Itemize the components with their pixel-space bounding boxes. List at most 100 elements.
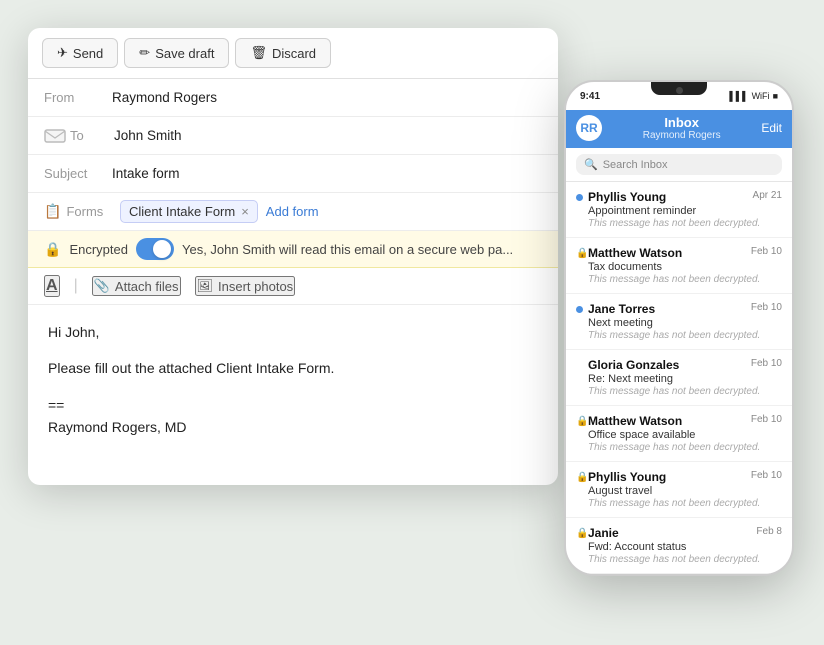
paperclip-icon: 📎: [94, 278, 110, 294]
lock-icon: 🔒: [44, 241, 61, 258]
font-button[interactable]: A: [44, 275, 60, 297]
discard-label: Discard: [272, 46, 316, 61]
email-list-item[interactable]: Phyllis Young Apr 21 Appointment reminde…: [566, 182, 792, 238]
search-input[interactable]: 🔍 Search Inbox: [576, 154, 782, 175]
phone-status-bar: 9:41 ▌▌▌ WiFi ■: [566, 82, 792, 110]
to-label: To: [70, 128, 114, 143]
email-subject: Fwd: Account status: [576, 541, 782, 553]
email-preview: This message has not been decrypted.: [576, 218, 782, 229]
email-sender: 🔒 Phyllis Young: [576, 470, 666, 484]
email-sender: 🔒 Matthew Watson: [576, 414, 682, 428]
phone-avatar[interactable]: RR: [576, 115, 602, 141]
email-date: Feb 10: [751, 246, 782, 257]
from-row: From Raymond Rogers: [28, 79, 558, 117]
format-bar: A | 📎 Attach files 🖼 Insert photos: [28, 268, 558, 305]
email-sender: Phyllis Young: [576, 190, 666, 204]
subject-label: Subject: [44, 166, 112, 181]
email-date: Apr 21: [753, 190, 782, 201]
from-value: Raymond Rogers: [112, 90, 217, 105]
search-icon: 🔍: [584, 158, 598, 171]
signal-icon: ▌▌▌: [729, 91, 748, 101]
form-tag-close[interactable]: ×: [241, 205, 249, 218]
inbox-title: Inbox: [602, 115, 761, 130]
email-list-item[interactable]: 🔒 Phyllis Young Feb 10 August travel Thi…: [566, 462, 792, 518]
insert-photos-label: Insert photos: [218, 279, 293, 294]
phone-frame: 9:41 ▌▌▌ WiFi ■ RR Inbox Raymond Rogers …: [564, 80, 794, 576]
email-sender: 🔒 Janie: [576, 526, 619, 540]
unread-dot: [576, 306, 583, 313]
photo-icon: 🖼: [197, 278, 214, 294]
email-list: Phyllis Young Apr 21 Appointment reminde…: [566, 182, 792, 574]
trash-icon: 🗑: [250, 45, 267, 61]
encrypted-toggle[interactable]: [136, 238, 174, 260]
email-preview: This message has not been decrypted.: [576, 554, 782, 565]
insert-photos-button[interactable]: 🖼 Insert photos: [195, 276, 296, 296]
forms-row: 📋 Forms Client Intake Form × Add form: [28, 193, 558, 231]
email-subject: Appointment reminder: [576, 205, 782, 217]
edit-icon: ✏: [139, 45, 150, 61]
encrypted-bar: 🔒 Encrypted Yes, John Smith will read th…: [28, 231, 558, 268]
attach-files-button[interactable]: 📎 Attach files: [92, 276, 181, 296]
email-list-item[interactable]: 🔒 Janie Feb 8 Fwd: Account status This m…: [566, 518, 792, 574]
font-icon: A: [46, 277, 58, 295]
email-list-item[interactable]: Jane Torres Feb 10 Next meeting This mes…: [566, 294, 792, 350]
email-sender: Gloria Gonzales: [576, 358, 679, 372]
phone-header-center: Inbox Raymond Rogers: [602, 115, 761, 141]
unread-dot: [576, 194, 583, 201]
compose-window: ✈ Send ✏ Save draft 🗑 Discard From Raymo…: [28, 28, 558, 485]
phone-container: 9:41 ▌▌▌ WiFi ■ RR Inbox Raymond Rogers …: [564, 80, 794, 576]
email-subject: Office space available: [576, 429, 782, 441]
email-list-item[interactable]: 🔒 Matthew Watson Feb 10 Tax documents Th…: [566, 238, 792, 294]
email-subject: Re: Next meeting: [576, 373, 782, 385]
phone-camera: [676, 87, 683, 94]
search-placeholder: Search Inbox: [603, 159, 668, 171]
email-list-item[interactable]: 🔒 Matthew Watson Feb 10 Office space ava…: [566, 406, 792, 462]
forms-label: 📋 Forms: [44, 203, 112, 220]
send-icon: ✈: [57, 45, 68, 61]
save-draft-button[interactable]: ✏ Save draft: [124, 38, 229, 68]
email-preview: This message has not been decrypted.: [576, 330, 782, 341]
discard-button[interactable]: 🗑 Discard: [235, 38, 331, 68]
to-row: To John Smith: [28, 117, 558, 155]
email-date: Feb 8: [756, 526, 782, 537]
email-subject: Next meeting: [576, 317, 782, 329]
email-sender: 🔒 Matthew Watson: [576, 246, 682, 260]
email-preview: This message has not been decrypted.: [576, 386, 782, 397]
email-date: Feb 10: [751, 358, 782, 369]
phone-status-right: ▌▌▌ WiFi ■: [729, 91, 778, 101]
body-line1: Hi John,: [48, 321, 538, 343]
email-date: Feb 10: [751, 302, 782, 313]
body-line5: ==: [48, 394, 538, 416]
phone-notch: [651, 82, 707, 95]
lock-dot: 🔒: [576, 474, 583, 481]
email-list-item[interactable]: Gloria Gonzales Feb 10 Re: Next meeting …: [566, 350, 792, 406]
email-sender: Jane Torres: [576, 302, 655, 316]
to-icon: [44, 129, 66, 143]
phone-search-bar: 🔍 Search Inbox: [566, 148, 792, 182]
phone-header: RR Inbox Raymond Rogers Edit: [566, 110, 792, 148]
email-subject: August travel: [576, 485, 782, 497]
add-form-link[interactable]: Add form: [266, 204, 319, 219]
subject-value: Intake form: [112, 166, 180, 181]
edit-button[interactable]: Edit: [761, 121, 782, 135]
lock-dot: 🔒: [576, 418, 583, 425]
body-line3: Please fill out the attached Client Inta…: [48, 357, 538, 379]
lock-dot: 🔒: [576, 530, 583, 537]
battery-icon: ■: [773, 91, 778, 101]
email-preview: This message has not been decrypted.: [576, 498, 782, 509]
email-body[interactable]: Hi John, Please fill out the attached Cl…: [28, 305, 558, 485]
toolbar: ✈ Send ✏ Save draft 🗑 Discard: [28, 28, 558, 79]
save-draft-label: Save draft: [155, 46, 214, 61]
email-preview: This message has not been decrypted.: [576, 274, 782, 285]
to-value: John Smith: [114, 128, 182, 143]
email-date: Feb 10: [751, 414, 782, 425]
lock-dot: 🔒: [576, 250, 583, 257]
phone-time: 9:41: [580, 91, 600, 102]
body-line6: Raymond Rogers, MD: [48, 416, 538, 438]
send-button[interactable]: ✈ Send: [42, 38, 118, 68]
encrypted-message: Yes, John Smith will read this email on …: [182, 242, 513, 257]
from-label: From: [44, 90, 112, 105]
form-tag: Client Intake Form ×: [120, 200, 258, 223]
attach-files-label: Attach files: [115, 279, 179, 294]
wifi-icon: WiFi: [752, 91, 770, 101]
